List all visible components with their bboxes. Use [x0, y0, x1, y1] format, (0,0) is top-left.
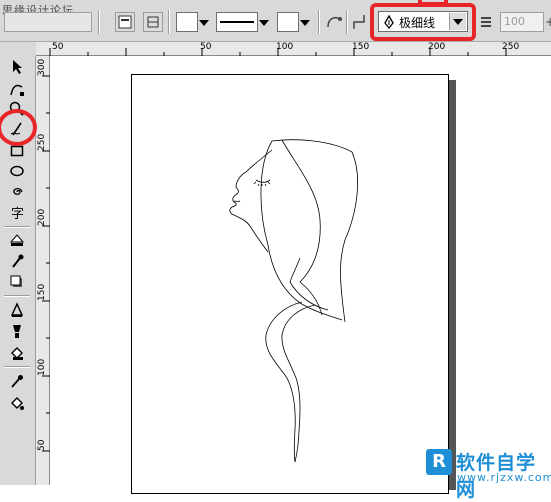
logo-url: www.rjzxw.com — [457, 471, 551, 484]
freehand-drawing[interactable] — [0, 0, 551, 485]
site-logo: R 软件自学网 www.rjzxw.com — [426, 447, 551, 501]
logo-badge: R — [426, 449, 452, 475]
